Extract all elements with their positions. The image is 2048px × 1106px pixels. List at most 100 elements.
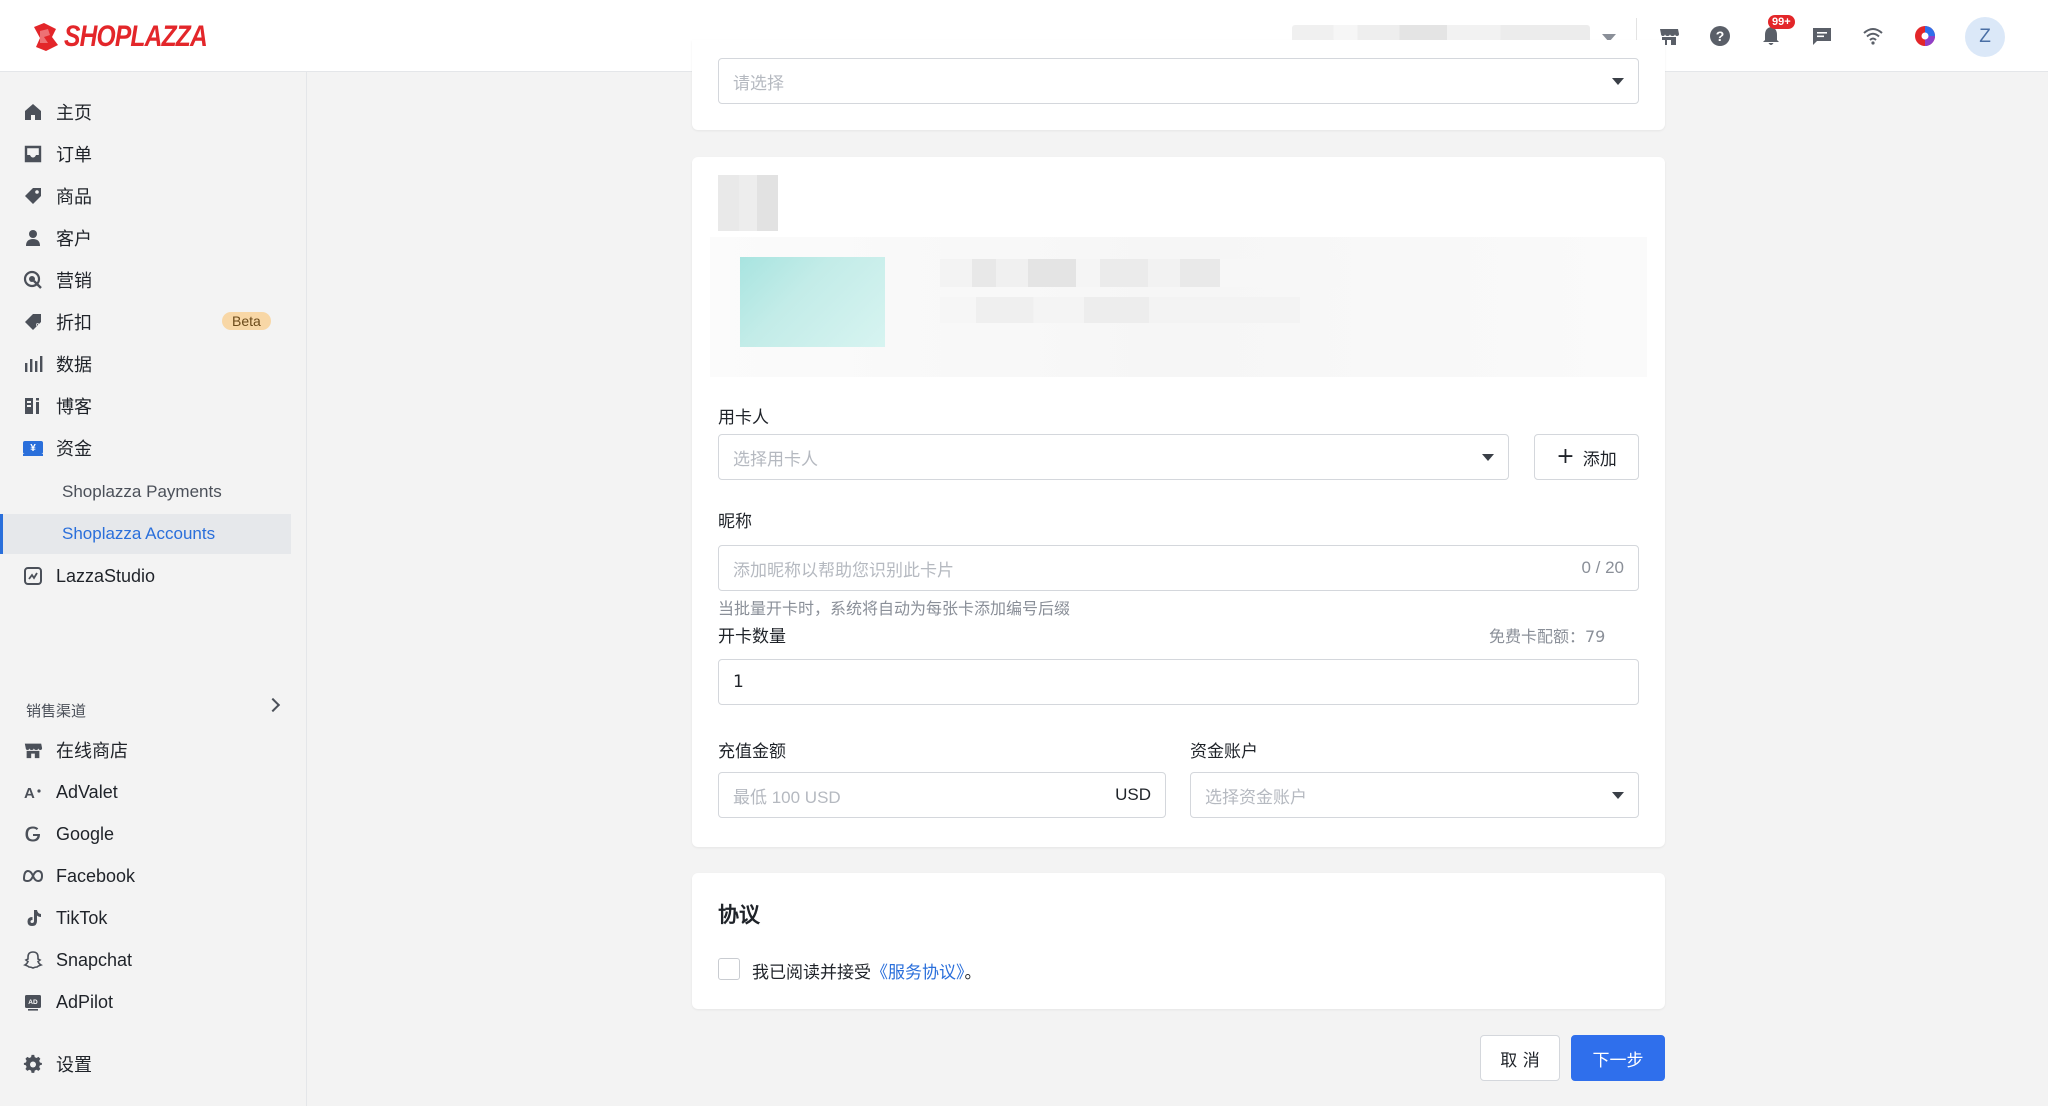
sidebar-channel-advalet[interactable]: A AdValet [0, 772, 291, 812]
chat-icon[interactable] [1809, 23, 1835, 49]
nickname-input[interactable]: 添加昵称以帮助您识别此卡片 0 / 20 [718, 545, 1639, 591]
sidebar-item-label: 订单 [56, 145, 92, 166]
recharge-placeholder: 最低 100 USD [733, 787, 841, 807]
studio-icon [22, 565, 44, 587]
shoplazza-logo[interactable]: SHOPLAZZA [30, 20, 238, 54]
sidebar-item-lazzastudio[interactable]: LazzaStudio [0, 556, 291, 596]
person-icon [22, 227, 44, 249]
agreement-title: 协议 [718, 903, 760, 927]
cardholder-label: 用卡人 [718, 408, 769, 428]
top-select[interactable]: 请选择 [718, 58, 1639, 104]
sidebar-item-label: 营销 [56, 271, 92, 292]
svg-text:AD: AD [28, 999, 38, 1006]
top-select-placeholder: 请选择 [733, 73, 784, 94]
sidebar-item-analytics[interactable]: 数据 [0, 344, 291, 384]
card-count-value: 1 [733, 672, 744, 692]
recharge-amount-input[interactable]: 最低 100 USD USD [718, 772, 1166, 818]
sidebar-item-label: 博客 [56, 397, 92, 418]
avatar[interactable]: Z [1965, 17, 2005, 57]
previous-section-card: 请选择 [692, 40, 1665, 130]
sidebar-item-orders[interactable]: 订单 [0, 134, 291, 174]
card-count-label: 开卡数量 [718, 627, 786, 647]
agreement-text-suffix: 。 [964, 963, 982, 983]
svg-text:¥: ¥ [30, 443, 36, 454]
sidebar-item-label: 主页 [56, 103, 92, 124]
sidebar-channel-google[interactable]: Google [0, 814, 291, 854]
help-icon[interactable]: ? [1707, 23, 1733, 49]
sidebar-item-label: AdPilot [56, 991, 114, 1012]
cancel-button[interactable]: 取 消 [1480, 1035, 1560, 1081]
sidebar-item-label: 客户 [56, 229, 92, 250]
adpilot-icon: AD [22, 991, 44, 1013]
card-count-input[interactable]: 1 [718, 659, 1639, 705]
service-agreement-link[interactable]: 《服务协议》 [871, 963, 965, 983]
funds-icon: ¥ [22, 437, 44, 459]
sales-channels-heading: 销售渠道 [26, 702, 87, 720]
cardholder-select[interactable]: 选择用卡人 [718, 434, 1509, 480]
wifi-icon[interactable] [1860, 23, 1886, 49]
sidebar-item-customers[interactable]: 客户 [0, 218, 291, 258]
sidebar-item-label: 资金 [56, 439, 92, 460]
sidebar-item-settings[interactable]: 设置 [0, 1044, 291, 1084]
nickname-label: 昵称 [718, 512, 752, 532]
sidebar-item-label: LazzaStudio [56, 565, 156, 586]
store-icon [22, 739, 44, 761]
agreement-checkbox[interactable] [718, 958, 740, 980]
logo-mark-icon [34, 23, 58, 51]
sidebar-channel-tiktok[interactable]: TikTok [0, 898, 291, 938]
sidebar-item-marketing[interactable]: 营销 [0, 260, 291, 300]
fund-account-label: 资金账户 [1190, 742, 1258, 762]
svg-text:A: A [24, 785, 35, 802]
card-form: 用卡人 选择用卡人 + 添加 昵称 添加昵称以帮助您识别此卡片 0 / 20 当… [692, 157, 1665, 847]
sidebar-item-funds[interactable]: ¥ 资金 [0, 428, 291, 468]
fund-account-placeholder: 选择资金账户 [1205, 787, 1307, 808]
home-icon [22, 101, 44, 123]
marketing-icon [22, 269, 44, 291]
sidebar-item-home[interactable]: 主页 [0, 92, 291, 132]
sidebar-item-label: Snapchat [56, 949, 133, 970]
beta-badge: Beta [222, 312, 271, 330]
blurred-title-image [718, 175, 778, 231]
sidebar-item-label: Google [56, 823, 115, 844]
next-step-button[interactable]: 下一步 [1571, 1035, 1665, 1081]
add-button-label: 添加 [1582, 449, 1617, 470]
chevron-down-icon [1612, 77, 1624, 85]
brand-name: SHOPLAZZA [64, 20, 208, 53]
google-icon [22, 823, 44, 845]
chevron-down-icon [1612, 791, 1624, 799]
blurred-text-line [940, 297, 1300, 323]
nickname-hint: 当批量开卡时，系统将自动为每张卡添加编号后缀 [718, 599, 1071, 618]
sidebar-subitem-shoplazza-accounts[interactable]: Shoplazza Accounts [0, 514, 291, 554]
agreement-text: 我已阅读并接受《服务协议》。 [752, 958, 982, 983]
gear-icon [22, 1053, 44, 1075]
char-counter: 0 / 20 [1581, 558, 1624, 577]
sidebar-channel-facebook[interactable]: Facebook [0, 856, 291, 896]
recharge-amount-label: 充值金额 [718, 742, 786, 762]
add-cardholder-button[interactable]: + 添加 [1534, 434, 1639, 480]
bar-chart-icon [22, 353, 44, 375]
svg-text:?: ? [1716, 28, 1725, 44]
bell-icon[interactable]: 99+ [1758, 15, 1795, 49]
sidebar-item-label: 数据 [56, 355, 92, 376]
nickname-placeholder: 添加昵称以帮助您识别此卡片 [733, 560, 954, 581]
chevron-down-icon [1482, 453, 1494, 461]
sidebar-subitem-shoplazza-payments[interactable]: Shoplazza Payments [0, 472, 291, 512]
advalet-icon: A [22, 781, 44, 803]
plus-icon: + [1556, 444, 1575, 469]
sidebar-item-label: 在线商店 [56, 741, 128, 762]
sidebar-channel-adpilot[interactable]: AD AdPilot [0, 982, 291, 1022]
chevron-right-icon[interactable] [265, 697, 281, 713]
sidebar-item-products[interactable]: 商品 [0, 176, 291, 216]
sidebar-subitem-label: Shoplazza Accounts [62, 524, 216, 543]
sidebar-item-discounts[interactable]: % 折扣 Beta [0, 302, 291, 342]
sidebar-channel-snapchat[interactable]: Snapchat [0, 940, 291, 980]
cardholder-placeholder: 选择用卡人 [733, 449, 818, 470]
sidebar-item-label: 折扣 [56, 313, 92, 334]
blurred-card-preview [710, 237, 1647, 377]
app-icon[interactable] [1912, 23, 1938, 49]
tiktok-icon [22, 907, 44, 929]
sidebar-channel-online-store[interactable]: 在线商店 [0, 730, 291, 770]
fund-account-select[interactable]: 选择资金账户 [1190, 772, 1639, 818]
sidebar-item-label: Facebook [56, 865, 136, 886]
sidebar-item-blog[interactable]: 博客 [0, 386, 291, 426]
